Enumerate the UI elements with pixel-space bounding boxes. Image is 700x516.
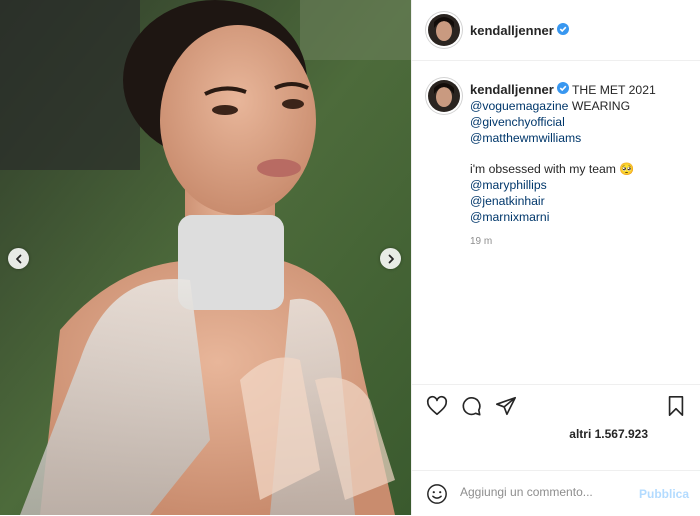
avatar-image	[428, 80, 460, 112]
caption-username[interactable]: kendalljenner	[470, 82, 554, 97]
header-username[interactable]: kendalljenner	[470, 23, 554, 38]
comment-button[interactable]	[460, 395, 482, 422]
share-icon	[496, 396, 516, 416]
post-side-panel: kendalljenner kendalljenner THE MET 2021…	[411, 0, 700, 515]
like-button[interactable]	[426, 395, 448, 422]
photo-image	[0, 0, 411, 515]
comment-input[interactable]	[460, 485, 620, 499]
post-timestamp[interactable]: 19 m	[470, 236, 492, 247]
bookmark-icon	[668, 396, 684, 416]
avatar-image	[428, 14, 460, 46]
post-header: kendalljenner	[412, 0, 700, 61]
post-actions: altri 1.567.923	[412, 384, 700, 475]
caption-text: i'm obsessed with my team 🥺	[470, 162, 635, 177]
post-photo[interactable]	[0, 0, 411, 515]
heart-icon	[426, 395, 448, 416]
mention-link[interactable]: @voguemagazine	[470, 99, 568, 113]
comment-icon	[462, 397, 481, 416]
share-button[interactable]	[495, 395, 517, 422]
like-count[interactable]: altri 1.567.923	[569, 427, 648, 441]
mention-link[interactable]: @marnixmarni	[470, 210, 690, 226]
verified-badge-icon	[556, 82, 569, 99]
emoji-icon	[427, 484, 447, 504]
save-button[interactable]	[666, 395, 686, 422]
mention-link[interactable]: @jenatkinhair	[470, 194, 690, 210]
mention-link[interactable]: @matthewmwilliams	[470, 131, 690, 147]
chevron-right-icon	[388, 254, 394, 263]
previous-photo-button[interactable]	[8, 248, 29, 269]
caption-text: WEARING	[571, 99, 631, 114]
mention-link[interactable]: @givenchyofficial	[470, 115, 690, 131]
emoji-button[interactable]	[426, 483, 448, 510]
caption-avatar[interactable]	[428, 80, 460, 112]
chevron-left-icon	[15, 254, 21, 263]
comment-bar: Pubblica	[412, 470, 700, 516]
next-photo-button[interactable]	[380, 248, 401, 269]
verified-badge-icon	[556, 22, 569, 40]
post-caption: kendalljenner THE MET 2021 @voguemagazin…	[470, 82, 690, 226]
mention-link[interactable]: @maryphillips	[470, 178, 690, 194]
caption-title: THE MET 2021	[571, 83, 656, 97]
publish-button[interactable]: Pubblica	[639, 487, 689, 501]
avatar[interactable]	[428, 14, 460, 46]
